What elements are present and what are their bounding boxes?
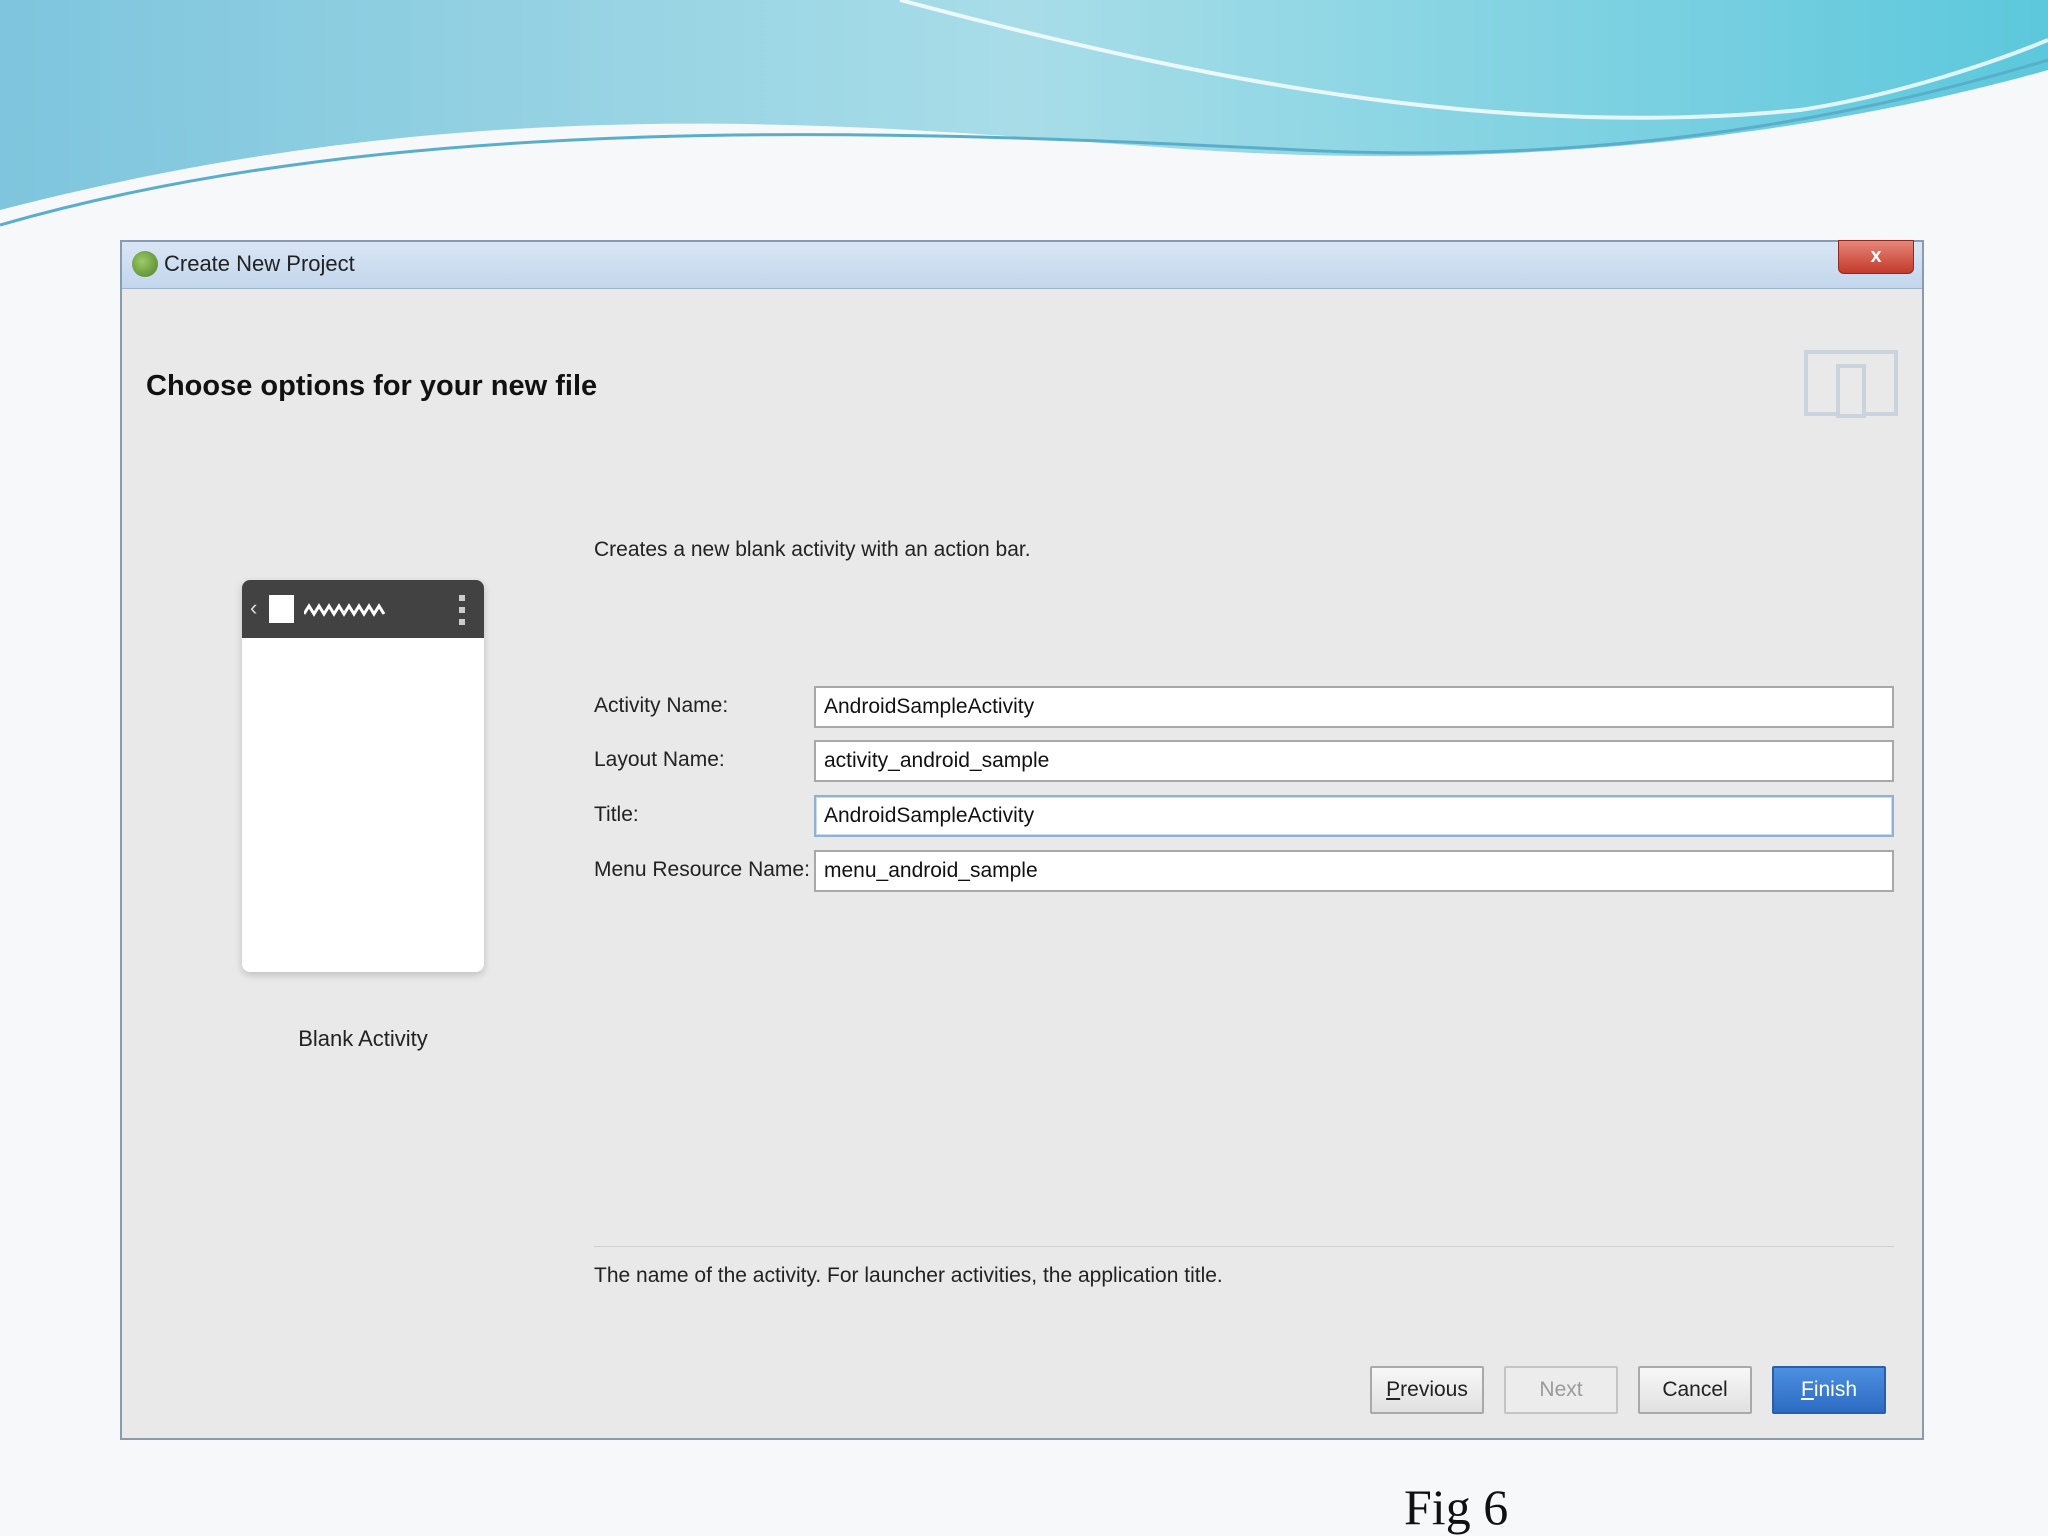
menu-resource-name-label: Menu Resource Name:: [594, 858, 810, 881]
template-name: Blank Activity: [298, 1026, 428, 1051]
preview-action-bar: ‹: [242, 580, 484, 638]
field-help-text: The name of the activity. For launcher a…: [594, 1264, 1223, 1287]
title-squiggle: [304, 603, 386, 617]
finish-button[interactable]: Finish: [1772, 1366, 1886, 1414]
title-input[interactable]: [814, 795, 1894, 837]
finish-label: inish: [1813, 1378, 1858, 1401]
app-logo-placeholder: [269, 595, 294, 623]
figure-caption: Fig 6: [1404, 1479, 1509, 1535]
title-label: Title:: [594, 803, 639, 826]
previous-button[interactable]: Previous: [1370, 1366, 1484, 1414]
blank-activity-preview: ‹: [242, 580, 484, 972]
template-description: Creates a new blank activity with an act…: [594, 538, 1031, 561]
divider: [594, 1246, 1894, 1247]
device-layout-icon: [1804, 350, 1898, 418]
next-button[interactable]: Next: [1504, 1366, 1618, 1414]
page-title: Choose options for your new file: [146, 370, 598, 402]
back-arrow-icon: ‹: [250, 595, 258, 620]
overflow-menu-icon: [459, 595, 465, 625]
slide-header-waves: [0, 0, 2048, 227]
cancel-button[interactable]: Cancel: [1638, 1366, 1752, 1414]
layout-name-input[interactable]: [814, 740, 1894, 782]
close-button[interactable]: x: [1838, 240, 1914, 274]
create-new-project-dialog: Create New Project x Choose options for …: [120, 240, 1924, 1440]
activity-name-input[interactable]: [814, 686, 1894, 728]
window-titlebar[interactable]: Create New Project x: [122, 240, 1922, 289]
layout-name-label: Layout Name:: [594, 748, 725, 771]
menu-resource-name-input[interactable]: [814, 850, 1894, 892]
finish-mnemonic: F: [1800, 1378, 1814, 1401]
android-studio-icon: [132, 251, 158, 277]
previous-label: revious: [1400, 1378, 1468, 1401]
activity-name-label: Activity Name:: [594, 694, 729, 717]
window-title: Create New Project: [164, 251, 355, 276]
previous-mnemonic: P: [1386, 1378, 1401, 1401]
